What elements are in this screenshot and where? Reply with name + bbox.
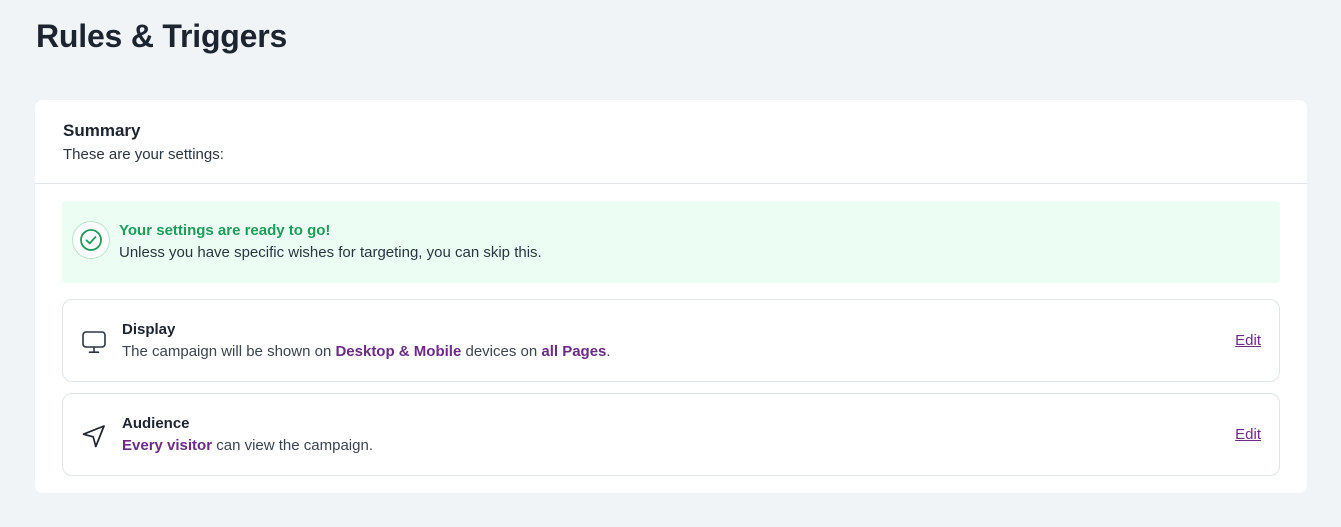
display-title: Display bbox=[122, 321, 176, 338]
display-desc-prefix: The campaign will be shown on bbox=[122, 343, 336, 360]
audience-edit-link[interactable]: Edit bbox=[1235, 425, 1261, 445]
summary-header: Summary These are your settings: bbox=[35, 100, 1307, 184]
display-devices: Desktop & Mobile bbox=[335, 343, 462, 360]
audience-visitors: Every visitor bbox=[122, 437, 213, 454]
display-desc-suffix: . bbox=[606, 343, 611, 360]
check-circle-icon bbox=[72, 221, 110, 259]
audience-desc-suffix: can view the campaign. bbox=[212, 437, 373, 454]
success-banner: Your settings are ready to go! Unless yo… bbox=[62, 201, 1280, 283]
display-desc-middle: devices on bbox=[461, 343, 542, 360]
display-setting-row: Display The campaign will be shown on De… bbox=[62, 299, 1280, 382]
summary-card: Summary These are your settings: Your se… bbox=[35, 100, 1307, 493]
summary-subtitle: These are your settings: bbox=[63, 146, 224, 163]
banner-title: Your settings are ready to go! bbox=[119, 222, 331, 239]
display-description: The campaign will be shown on Desktop & … bbox=[122, 342, 611, 362]
banner-text: Unless you have specific wishes for targ… bbox=[119, 244, 542, 261]
audience-title: Audience bbox=[122, 415, 190, 432]
display-pages: all Pages bbox=[541, 343, 607, 360]
monitor-icon bbox=[80, 328, 108, 356]
page-title: Rules & Triggers bbox=[36, 18, 288, 54]
audience-description: Every visitor can view the campaign. bbox=[122, 436, 373, 456]
summary-title: Summary bbox=[63, 121, 141, 140]
display-edit-link[interactable]: Edit bbox=[1235, 331, 1261, 351]
audience-setting-row: Audience Every visitor can view the camp… bbox=[62, 393, 1280, 476]
send-icon bbox=[80, 422, 108, 450]
